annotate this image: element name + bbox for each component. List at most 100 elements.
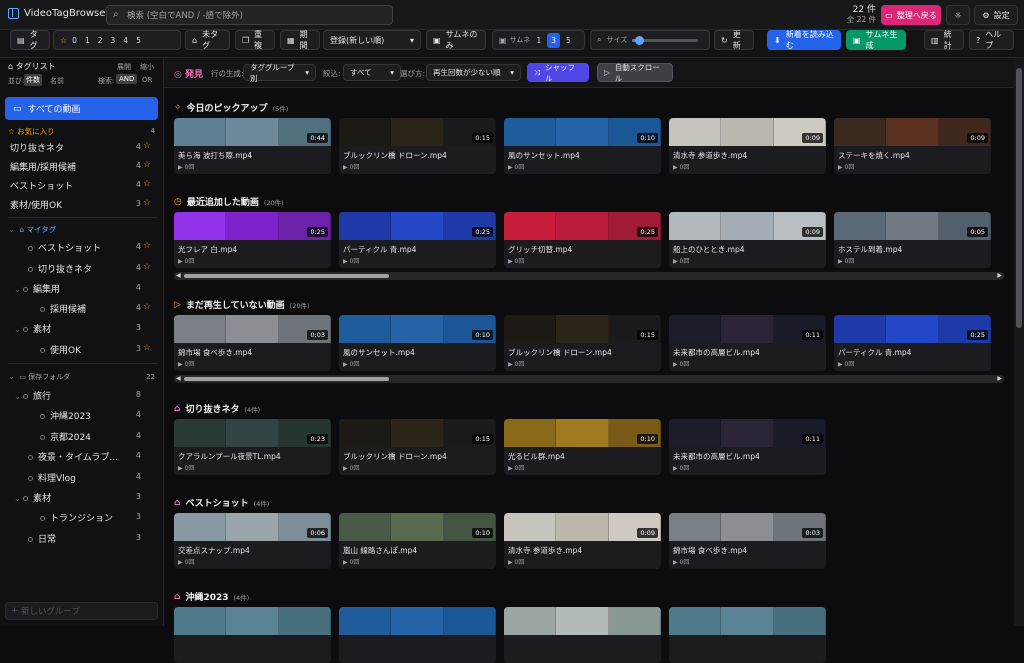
video-card[interactable] xyxy=(174,607,331,663)
stats-button[interactable]: ▥ 統計 xyxy=(924,30,964,50)
horizontal-scrollbar[interactable]: ◀ ▶ xyxy=(174,375,1004,383)
scroll-left-icon[interactable]: ◀ xyxy=(176,272,181,279)
horizontal-scrollbar-thumb[interactable] xyxy=(184,377,389,381)
filter-select[interactable]: すべて ▾ xyxy=(343,64,401,81)
video-card[interactable]: 0:25 パーティクル 青.mp4 ▶ 0回 xyxy=(834,315,991,371)
video-card[interactable]: 0:10 嵐山 線路さんぽ.mp4 ▶ 0回 xyxy=(339,513,496,569)
video-card[interactable]: 0:11 未来都市の高層ビル.mp4 ▶ 0回 xyxy=(669,419,826,475)
shuffle-button[interactable]: ⤨ シャッフル xyxy=(527,63,589,83)
expand-button[interactable]: 展開 xyxy=(117,62,131,72)
video-card[interactable]: 0:10 風のサンセット.mp4 ▶ 0回 xyxy=(339,315,496,371)
video-card[interactable]: 0:09 清水寺 参道歩き.mp4 ▶ 0回 xyxy=(669,118,826,174)
tag-toggle-button[interactable]: ▤ タグ xyxy=(10,30,50,50)
generate-thumb-button[interactable]: ▣ サムネ生成 xyxy=(846,30,906,50)
new-group-input[interactable]: + 新しいグループ xyxy=(5,602,158,620)
video-card[interactable]: 0:03 錦市場 食べ歩き.mp4 ▶ 0回 xyxy=(669,513,826,569)
vertical-scrollbar[interactable] xyxy=(1014,58,1024,626)
help-button[interactable]: ? ヘルプ xyxy=(969,30,1014,50)
search-mode-or[interactable]: OR xyxy=(142,76,152,84)
video-card[interactable]: 0:09 清水寺 参道歩き.mp4 ▶ 0回 xyxy=(504,513,661,569)
folder-item[interactable]: 日常 xyxy=(28,532,56,545)
tag-item[interactable]: 使用OK xyxy=(40,343,81,356)
search-input[interactable]: ⌕ 検索 (空白でAND / -語で除外) xyxy=(106,5,393,25)
scroll-right-icon[interactable]: ▶ xyxy=(997,375,1002,382)
star-icon[interactable]: ☆ xyxy=(143,262,151,272)
video-card[interactable]: 0:23 クアラルンプール夜景TL.mp4 ▶ 0回 xyxy=(174,419,331,475)
all-videos-button[interactable]: ▭ すべての動画 xyxy=(5,97,158,120)
theme-toggle-button[interactable]: ☼ xyxy=(946,5,970,25)
video-card[interactable]: 0:15 ブルックリン橋 ドローン.mp4 ▶ 0回 xyxy=(339,419,496,475)
tag-item[interactable]: ベストショット xyxy=(28,241,101,254)
video-card[interactable]: 0:03 錦市場 食べ歩き.mp4 ▶ 0回 xyxy=(174,315,331,371)
star-icon[interactable]: ☆ xyxy=(143,343,151,353)
sort-select[interactable]: 登録(新しい順) ▾ xyxy=(323,30,421,50)
folder-item[interactable]: ⌄ 素材 xyxy=(14,491,51,504)
video-card[interactable] xyxy=(339,607,496,663)
video-card[interactable]: 0:44 美ら海 波打ち際.mp4 ▶ 0回 xyxy=(174,118,331,174)
star-icon[interactable]: ☆ xyxy=(143,198,151,208)
tag-item[interactable]: 採用候補 xyxy=(40,302,86,315)
video-thumbnail[interactable] xyxy=(339,607,496,635)
video-card[interactable]: 0:05 ホステル到着.mp4 ▶ 0回 xyxy=(834,212,991,268)
rating-5[interactable]: 5 xyxy=(133,36,144,45)
rating-3[interactable]: 3 xyxy=(108,36,119,45)
refresh-button[interactable]: ↻ 更新 xyxy=(714,30,754,50)
rating-0[interactable]: 0 xyxy=(69,36,80,45)
back-to-organize-button[interactable]: ▭ 整理へ戻る xyxy=(881,5,941,25)
sort-by-name[interactable]: 名前 xyxy=(50,76,64,86)
folder-item[interactable]: 沖縄2023 xyxy=(40,409,91,422)
folder-item[interactable]: ⌄ 旅行 xyxy=(14,389,51,402)
folder-item[interactable]: トランジション xyxy=(40,511,113,524)
favorite-item[interactable]: 切り抜きネタ xyxy=(10,141,64,154)
video-card[interactable] xyxy=(669,607,826,663)
video-card[interactable]: 0:06 交差点スナップ.mp4 ▶ 0回 xyxy=(174,513,331,569)
rating-2[interactable]: 2 xyxy=(95,36,106,45)
tag-item[interactable]: ⌄ 素材 xyxy=(14,322,51,335)
tag-item[interactable]: ⌄ 編集用 xyxy=(14,282,60,295)
video-card[interactable]: 0:25 パーティクル 青.mp4 ▶ 0回 xyxy=(339,212,496,268)
star-icon[interactable]: ☆ xyxy=(143,141,151,151)
row-gen-select[interactable]: タググループ別 ▾ xyxy=(243,63,316,83)
star-icon[interactable]: ☆ xyxy=(143,160,151,170)
folder-item[interactable]: 京都2024 xyxy=(40,430,91,443)
thumb-opt-3[interactable]: 3 xyxy=(547,32,560,48)
folder-item[interactable]: 料理Vlog xyxy=(28,471,76,484)
autoscroll-button[interactable]: ▷ 自動スクロール xyxy=(597,63,673,83)
video-thumbnail[interactable] xyxy=(174,607,331,635)
thumb-opt-1[interactable]: 1 xyxy=(533,36,544,45)
video-thumbnail[interactable] xyxy=(669,607,826,635)
video-card[interactable]: 0:25 光フレア 白.mp4 ▶ 0回 xyxy=(174,212,331,268)
import-button[interactable]: ⬇ 新着を読み込む xyxy=(767,30,841,50)
video-card[interactable]: 0:10 風のサンセット.mp4 ▶ 0回 xyxy=(504,118,661,174)
choose-select[interactable]: 再生回数が少ない順 ▾ xyxy=(426,64,521,81)
thumb-only-button[interactable]: ▣ サムネのみ xyxy=(426,30,486,50)
video-card[interactable]: 0:15 ブルックリン橋 ドローン.mp4 ▶ 0回 xyxy=(504,315,661,371)
search-mode-and[interactable]: AND xyxy=(116,74,138,84)
video-card[interactable]: 0:09 ステーキを焼く.mp4 ▶ 0回 xyxy=(834,118,991,174)
star-icon[interactable]: ☆ xyxy=(143,302,151,312)
folders-header[interactable]: ⌄ ▭ 保存フォルダ xyxy=(8,372,70,382)
vertical-scrollbar-thumb[interactable] xyxy=(1016,68,1022,328)
favorite-item[interactable]: ベストショット xyxy=(10,179,73,192)
period-button[interactable]: ▦ 期間 xyxy=(280,30,320,50)
video-card[interactable]: 0:25 グリッチ切替.mp4 ▶ 0回 xyxy=(504,212,661,268)
star-icon[interactable]: ☆ xyxy=(143,179,151,189)
my-tags-header[interactable]: ⌄ ⌂ マイタグ xyxy=(8,224,56,235)
star-icon[interactable]: ☆ xyxy=(143,241,151,251)
folder-item[interactable]: 夜景・タイムラプ... xyxy=(28,450,118,463)
size-slider[interactable]: ⌕ サイズ xyxy=(590,30,710,50)
thumb-opt-5[interactable]: 5 xyxy=(563,36,574,45)
horizontal-scrollbar[interactable]: ◀ ▶ xyxy=(174,272,1004,280)
favorite-item[interactable]: 編集用/採用候補 xyxy=(10,160,76,173)
rating-1[interactable]: 1 xyxy=(82,36,93,45)
horizontal-scrollbar-thumb[interactable] xyxy=(184,274,389,278)
size-slider-track[interactable] xyxy=(632,35,699,45)
sort-by-count[interactable]: 件数 xyxy=(24,74,42,86)
settings-button[interactable]: ⚙ 設定 xyxy=(974,5,1018,25)
video-card[interactable]: 0:15 ブルックリン橋 ドローン.mp4 ▶ 0回 xyxy=(339,118,496,174)
rating-4[interactable]: 4 xyxy=(120,36,131,45)
favorite-item[interactable]: 素材/使用OK xyxy=(10,198,62,211)
tag-item[interactable]: 切り抜きネタ xyxy=(28,262,92,275)
video-card[interactable]: 0:09 船上のひととき.mp4 ▶ 0回 xyxy=(669,212,826,268)
size-slider-knob[interactable] xyxy=(634,35,644,45)
